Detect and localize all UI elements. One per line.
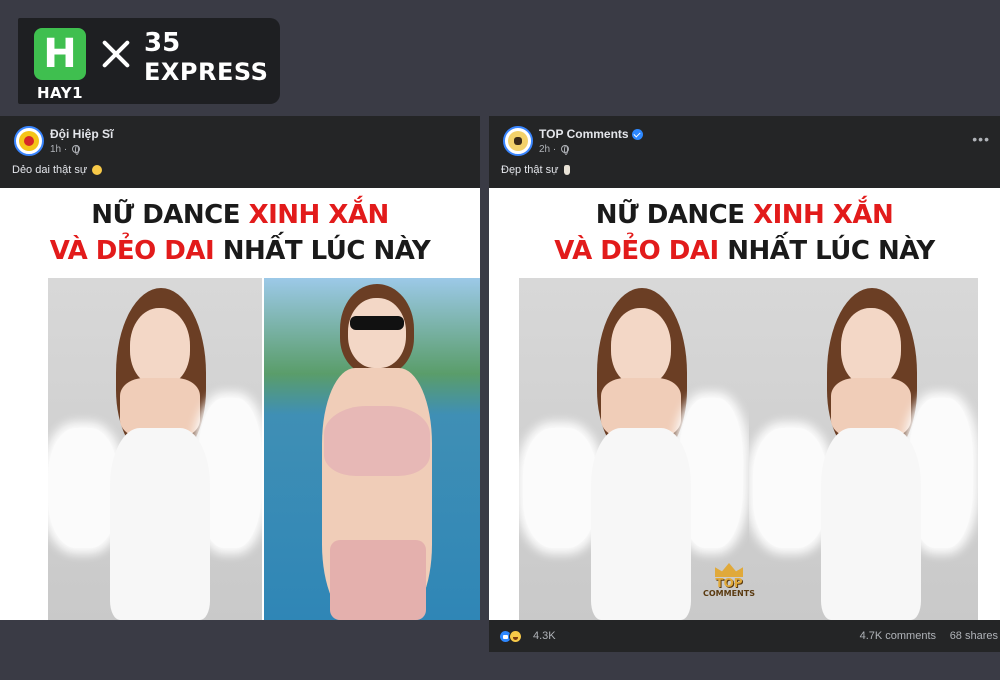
comments-count[interactable]: 4.7K comments xyxy=(860,630,936,642)
globe-icon xyxy=(72,145,81,156)
more-options-icon[interactable]: ••• xyxy=(972,132,990,146)
hay1-logo: H xyxy=(34,28,86,80)
post-top-comments: TOP Comments 2h · ••• Đẹp thật sự NỮ DAN… xyxy=(489,116,1000,652)
haha-reaction-icon xyxy=(509,630,522,643)
caption-text: Dẻo dai thật sự xyxy=(12,164,88,176)
partner-number: 35 xyxy=(144,28,181,58)
hay1-name: HAY1 xyxy=(36,84,84,102)
partner-name: EXPRESS xyxy=(144,58,269,86)
post-image[interactable]: NỮ DANCE XINH XẮN VÀ DẺO DAI NHẤT LÚC NÀ… xyxy=(0,188,480,620)
post-caption: Đẹp thật sự xyxy=(501,164,570,176)
post-doi-hiep-si: Đội Hiệp Sĩ 1h · Dẻo dai thật sự NỮ DANC… xyxy=(0,116,480,620)
post-image[interactable]: NỮ DANCE XINH XẮN VÀ DẺO DAI NHẤT LÚC NÀ… xyxy=(489,188,1000,620)
hay1-logo-letter: H xyxy=(43,31,77,77)
verified-icon xyxy=(631,129,643,141)
hand-emoji-icon xyxy=(563,165,570,176)
headline-1-black: NỮ DANCE xyxy=(91,200,249,230)
headline-2-red: VÀ DẺO DAI xyxy=(49,236,223,266)
post-stats: 4.3K 4.7K comments 68 shares xyxy=(489,620,1000,652)
headline-line-2: VÀ DẺO DAI NHẤT LÚC NÀY xyxy=(0,238,480,264)
photo-pool xyxy=(264,278,480,620)
globe-icon xyxy=(561,145,570,156)
headline-1-red: XINH XẮN xyxy=(753,200,894,230)
close-icon xyxy=(100,38,132,70)
watermark-line-2: COMMENTS xyxy=(703,589,755,598)
page-name[interactable]: Đội Hiệp Sĩ xyxy=(50,127,113,141)
shares-count[interactable]: 68 shares xyxy=(950,630,998,642)
headline-1-red: XINH XẮN xyxy=(248,200,390,230)
photo-studio xyxy=(48,278,262,620)
avatar[interactable] xyxy=(503,126,533,156)
post-meta: 1h · xyxy=(50,144,81,156)
post-header: Đội Hiệp Sĩ 1h · Dẻo dai thật sự xyxy=(0,116,480,188)
headline-2-black: NHẤT LÚC NÀY xyxy=(727,236,935,266)
post-meta: 2h · xyxy=(539,144,570,156)
photo-studio-right xyxy=(749,278,978,620)
top-comments-watermark: TOP COMMENTS xyxy=(699,563,759,603)
post-time[interactable]: 2h · xyxy=(539,144,556,155)
headline-2-black: NHẤT LÚC NÀY xyxy=(222,236,431,266)
post-caption: Dẻo dai thật sự xyxy=(12,164,103,176)
brand-banner: H HAY1 35 EXPRESS xyxy=(18,18,280,104)
caption-text: Đẹp thật sự xyxy=(501,164,559,176)
headline-2-red: VÀ DẺO DAI xyxy=(554,236,728,266)
headline-1-black: NỮ DANCE xyxy=(595,200,754,230)
page-name[interactable]: TOP Comments xyxy=(539,127,643,141)
crown-icon xyxy=(715,563,743,577)
headline-line-1: NỮ DANCE XINH XẮN xyxy=(489,202,1000,228)
flushed-emoji-icon xyxy=(92,165,103,176)
watermark-line-1: TOP xyxy=(715,576,743,590)
post-time[interactable]: 1h · xyxy=(50,144,67,155)
headline-line-1: NỮ DANCE XINH XẮN xyxy=(0,202,480,228)
post-header: TOP Comments 2h · ••• Đẹp thật sự xyxy=(489,116,1000,188)
headline-line-2: VÀ DẺO DAI NHẤT LÚC NÀY xyxy=(489,238,1000,264)
reactions-count[interactable]: 4.3K xyxy=(533,630,556,642)
avatar[interactable] xyxy=(14,126,44,156)
page-name-text[interactable]: TOP Comments xyxy=(539,127,629,141)
